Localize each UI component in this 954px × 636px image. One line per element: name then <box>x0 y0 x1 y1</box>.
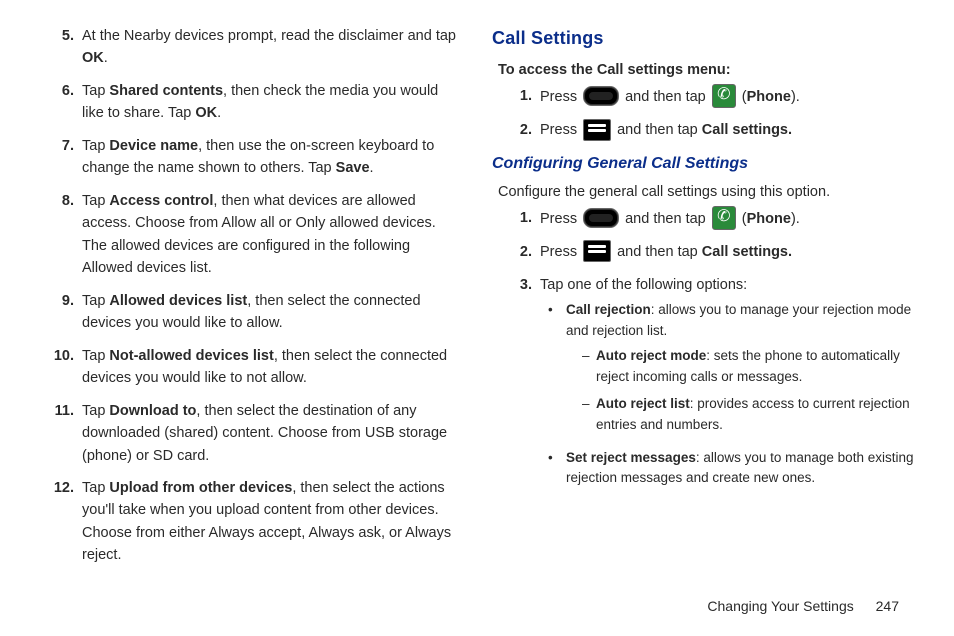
sub-auto-reject-list: – Auto reject list: provides access to c… <box>582 394 914 436</box>
step-text: Tap one of the following options: • Call… <box>540 274 914 496</box>
step-text: Tap Not-allowed devices list, then selec… <box>82 345 462 390</box>
step-text: Tap Shared contents, then check the medi… <box>82 80 462 125</box>
sub-bullets: – Auto reject mode: sets the phone to au… <box>582 346 914 436</box>
step-number: 5. <box>40 25 82 70</box>
step-text: At the Nearby devices prompt, read the d… <box>82 25 462 70</box>
step-number: 1. <box>498 207 540 231</box>
step-number: 7. <box>40 135 82 180</box>
step-text: Tap Download to, then select the destina… <box>82 400 462 467</box>
page-number: 247 <box>876 598 899 614</box>
options-bullets: • Call rejection: allows you to manage y… <box>540 300 914 489</box>
step-number: 8. <box>40 190 82 280</box>
step-10: 10. Tap Not-allowed devices list, then s… <box>40 345 462 390</box>
access-step-2: 2. Press and then tap Call settings. <box>498 119 914 141</box>
bullet-dot: • <box>540 448 566 490</box>
bullet-call-rejection: • Call rejection: allows you to manage y… <box>540 300 914 442</box>
phone-app-icon <box>712 206 736 230</box>
home-button-icon <box>583 86 619 106</box>
chapter-title: Changing Your Settings <box>707 598 853 614</box>
step-number: 3. <box>498 274 540 496</box>
step-number: 6. <box>40 80 82 125</box>
step-number: 2. <box>498 119 540 141</box>
subsection-heading: Configuring General Call Settings <box>492 152 914 177</box>
step-number: 12. <box>40 477 82 567</box>
subsection-intro: Configure the general call settings usin… <box>498 181 914 203</box>
step-7: 7. Tap Device name, then use the on-scre… <box>40 135 462 180</box>
step-8: 8. Tap Access control, then what devices… <box>40 190 462 280</box>
config-step-1: 1. Press and then tap (Phone). <box>498 207 914 231</box>
access-step-1: 1. Press and then tap (Phone). <box>498 85 914 109</box>
config-step-3: 3. Tap one of the following options: • C… <box>498 274 914 496</box>
sub-auto-reject-mode: – Auto reject mode: sets the phone to au… <box>582 346 914 388</box>
right-column: Call Settings To access the Call setting… <box>492 25 914 577</box>
step-text: Press and then tap (Phone). <box>540 207 914 231</box>
section-intro: To access the Call settings menu: <box>498 59 914 81</box>
home-button-icon <box>583 208 619 228</box>
bullet-set-reject-messages: • Set reject messages: allows you to man… <box>540 448 914 490</box>
step-number: 2. <box>498 241 540 263</box>
bullet-dot: • <box>540 300 566 442</box>
step-text: Press and then tap (Phone). <box>540 85 914 109</box>
section-heading: Call Settings <box>492 25 914 53</box>
menu-button-icon <box>583 119 611 141</box>
menu-button-icon <box>583 240 611 262</box>
config-step-2: 2. Press and then tap Call settings. <box>498 241 914 263</box>
step-number: 1. <box>498 85 540 109</box>
step-text: Press and then tap Call settings. <box>540 241 914 263</box>
nearby-steps-list: 5. At the Nearby devices prompt, read th… <box>40 25 462 567</box>
step-9: 9. Tap Allowed devices list, then select… <box>40 290 462 335</box>
step-text: Tap Access control, then what devices ar… <box>82 190 462 280</box>
step-text: Press and then tap Call settings. <box>540 119 914 141</box>
step-number: 11. <box>40 400 82 467</box>
step-12: 12. Tap Upload from other devices, then … <box>40 477 462 567</box>
access-steps: 1. Press and then tap (Phone). 2. Press … <box>498 85 914 141</box>
dash-icon: – <box>582 346 596 388</box>
step-number: 9. <box>40 290 82 335</box>
dash-icon: – <box>582 394 596 436</box>
step-6: 6. Tap Shared contents, then check the m… <box>40 80 462 125</box>
step-text: Tap Allowed devices list, then select th… <box>82 290 462 335</box>
step-text: Tap Upload from other devices, then sele… <box>82 477 462 567</box>
config-steps: 1. Press and then tap (Phone). 2. Press … <box>498 207 914 495</box>
step-text: Tap Device name, then use the on-screen … <box>82 135 462 180</box>
page-footer: Changing Your Settings 247 <box>707 598 899 614</box>
left-column: 5. At the Nearby devices prompt, read th… <box>40 25 462 577</box>
step-5: 5. At the Nearby devices prompt, read th… <box>40 25 462 70</box>
step-11: 11. Tap Download to, then select the des… <box>40 400 462 467</box>
phone-app-icon <box>712 84 736 108</box>
step-number: 10. <box>40 345 82 390</box>
